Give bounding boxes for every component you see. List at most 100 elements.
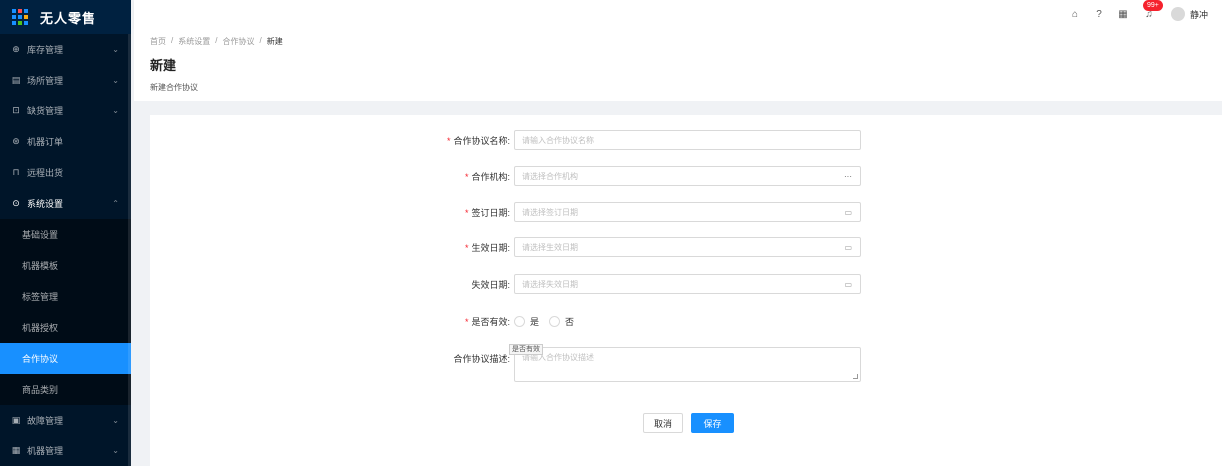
description-textarea[interactable]: 请输入合作协议描述 xyxy=(514,347,861,382)
form-label: 合作协议描述: xyxy=(453,354,510,364)
form-row-description: 合作协议描述: 请输入合作协议描述 xyxy=(150,347,1222,382)
sidebar-item-label: 机器管理 xyxy=(27,446,64,457)
sidebar-item-label: 系统设置 xyxy=(27,198,64,209)
remote-icon: ⊓ xyxy=(12,167,20,178)
form-label: * 签订日期: xyxy=(464,207,510,218)
calendar-icon: ▭ xyxy=(844,242,852,252)
form-row-expire-date: 失效日期: 请选择失效日期 ▭ xyxy=(150,274,1222,294)
sign-date-picker[interactable]: 请选择签订日期 ▭ xyxy=(514,202,861,222)
content-spacer xyxy=(134,101,1222,115)
page-description: 新建合作协议 xyxy=(150,83,198,92)
breadcrumb-agreement[interactable]: 合作协议 xyxy=(222,36,254,47)
calendar-icon: ▭ xyxy=(844,207,852,217)
more-icon[interactable]: ··· xyxy=(844,172,852,181)
username[interactable]: 静冲 xyxy=(1190,8,1208,21)
expire-date-placeholder: 请选择失效日期 xyxy=(522,279,578,289)
fault-icon: ▣ xyxy=(11,414,21,425)
radio-circle[interactable] xyxy=(514,315,525,327)
chevron-down-icon: ⌄ xyxy=(112,446,119,456)
app-logo[interactable]: 无人零售 xyxy=(0,0,131,34)
sidebar-item-inventory[interactable]: ⊕ 库存管理 ⌄ xyxy=(0,34,131,65)
chevron-down-icon: ⌄ xyxy=(112,415,119,425)
sidebar-subitem-template[interactable]: 机器模板 xyxy=(0,250,131,281)
required-mark: * xyxy=(446,135,451,146)
order-icon: ⊛ xyxy=(12,136,20,147)
cancel-button[interactable]: 取消 xyxy=(643,413,683,433)
breadcrumb: 首页 / 系统设置 / 合作协议 / 新建 xyxy=(150,36,1206,47)
sidebar-subitem-agreement[interactable]: 合作协议 xyxy=(0,342,131,374)
avatar[interactable] xyxy=(1170,7,1185,21)
form-label: * 生效日期: xyxy=(464,242,510,253)
form-label: * 合作协议名称: xyxy=(446,135,510,146)
apps-icon[interactable]: ▦ xyxy=(1117,8,1129,20)
sidebar-subitem-category[interactable]: 商品类别 xyxy=(0,374,131,405)
effective-date-placeholder: 请选择生效日期 xyxy=(522,242,578,252)
sidebar-subitem-auth[interactable]: 机器授权 xyxy=(0,312,131,343)
inventory-icon: ⊕ xyxy=(12,43,20,54)
chevron-down-icon: ⌄ xyxy=(112,106,119,116)
effective-date-picker[interactable]: 请选择生效日期 ▭ xyxy=(514,237,861,257)
chevron-down-icon: ⌄ xyxy=(112,75,119,85)
sidebar-item-orders[interactable]: ⊛ 机器订单 xyxy=(0,126,131,157)
grid-logo-icon xyxy=(12,9,30,25)
sidebar-item-remote[interactable]: ⊓ 远程出货 xyxy=(0,157,131,188)
sidebar-item-machine[interactable]: ▦ 机器管理 ⌄ xyxy=(0,436,131,466)
chevron-up-icon: ⌃ xyxy=(112,198,119,208)
radio-yes-label: 是 xyxy=(530,316,540,327)
sidebar-item-settings[interactable]: ⊙ 系统设置 ⌃ xyxy=(0,188,131,219)
required-mark: * xyxy=(464,316,469,327)
tooltip: 是否有效 xyxy=(509,344,543,355)
shortage-icon: ⊡ xyxy=(12,105,20,116)
radio-no[interactable]: 否 xyxy=(549,315,574,328)
organization-select[interactable]: 请选择合作机构 ··· xyxy=(514,166,861,186)
organization-placeholder: 请选择合作机构 xyxy=(522,171,578,181)
sidebar-item-location[interactable]: ▤ 场所管理 ⌄ xyxy=(0,65,131,96)
sidebar-item-label: 故障管理 xyxy=(27,415,64,426)
location-icon: ▤ xyxy=(11,74,21,85)
breadcrumb-separator: / xyxy=(259,36,262,45)
sidebar-item-label: 远程出货 xyxy=(27,168,64,179)
radio-circle[interactable] xyxy=(549,315,561,327)
breadcrumb-settings[interactable]: 系统设置 xyxy=(178,36,210,47)
sidebar-subitem-tags[interactable]: 标签管理 xyxy=(0,281,131,312)
chevron-down-icon: ⌄ xyxy=(112,44,119,54)
required-mark: * xyxy=(464,242,469,253)
form-row-is-valid: * 是否有效: 是 否 xyxy=(150,311,1222,331)
machine-icon: ▦ xyxy=(11,445,21,456)
radio-yes[interactable]: 是 xyxy=(514,315,539,328)
resize-handle-icon[interactable] xyxy=(853,374,858,379)
radio-no-label: 否 xyxy=(565,316,575,327)
sidebar-item-label: 场所管理 xyxy=(27,75,64,86)
sidebar-item-fault[interactable]: ▣ 故障管理 ⌄ xyxy=(0,405,131,436)
sidebar-item-shortage[interactable]: ⊡ 缺货管理 ⌄ xyxy=(0,96,131,127)
notification-bell[interactable]: ♫ 99+ xyxy=(1142,0,1163,20)
form-label: * 合作机构: xyxy=(464,171,510,182)
notification-badge: 99+ xyxy=(1142,0,1163,11)
form-label: * 是否有效: xyxy=(464,316,510,327)
sidebar-item-label: 缺货管理 xyxy=(27,106,64,117)
breadcrumb-home[interactable]: 首页 xyxy=(150,36,166,47)
form-row-sign-date: * 签订日期: 请选择签订日期 ▭ xyxy=(150,202,1222,222)
sidebar-menu-bottom: ▣ 故障管理 ⌄ ▦ 机器管理 ⌄ xyxy=(0,405,131,466)
page-header: 首页 / 系统设置 / 合作协议 / 新建 新建 新建合作协议 xyxy=(134,28,1222,101)
help-icon[interactable]: ? xyxy=(1093,8,1105,20)
breadcrumb-separator: / xyxy=(215,36,218,45)
required-mark: * xyxy=(464,207,469,218)
form-row-effective-date: * 生效日期: 请选择生效日期 ▭ xyxy=(150,237,1222,257)
agreement-name-input[interactable]: 请输入合作协议名称 xyxy=(514,130,861,150)
content-gutter xyxy=(134,115,150,466)
home-icon[interactable]: ⌂ xyxy=(1069,8,1081,20)
sign-date-placeholder: 请选择签订日期 xyxy=(522,207,578,217)
app-title: 无人零售 xyxy=(40,10,97,26)
settings-icon: ⊙ xyxy=(12,197,20,208)
top-header: ⌂ ? ▦ ♫ 99+ 静冲 xyxy=(134,0,1222,28)
settings-submenu: 基础设置 机器模板 标签管理 机器授权 合作协议 商品类别 xyxy=(0,218,131,405)
form-row-org: * 合作机构: 请选择合作机构 ··· xyxy=(150,166,1222,186)
sidebar-subitem-basic[interactable]: 基础设置 xyxy=(0,219,131,250)
sidebar-scrollbar[interactable] xyxy=(128,34,131,466)
sidebar-item-label: 机器订单 xyxy=(27,137,64,148)
save-button[interactable]: 保存 xyxy=(691,413,734,433)
page-title: 新建 xyxy=(150,58,177,73)
breadcrumb-separator: / xyxy=(171,36,174,45)
expire-date-picker[interactable]: 请选择失效日期 ▭ xyxy=(514,274,861,294)
